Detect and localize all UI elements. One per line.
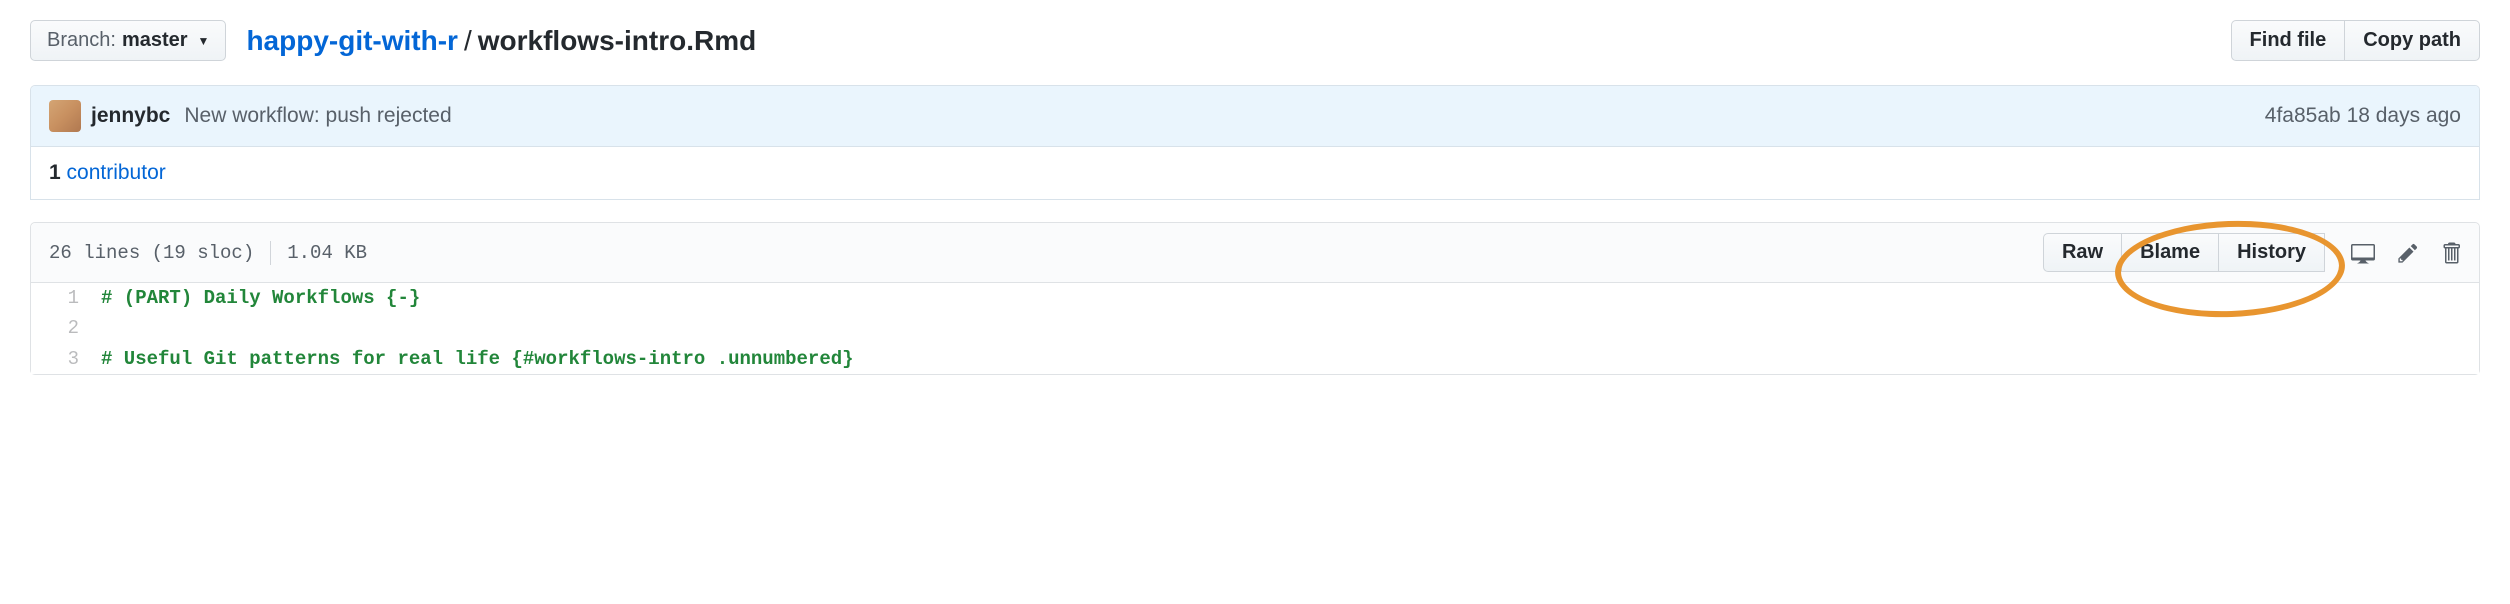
avatar[interactable] [49,100,81,132]
trash-icon[interactable] [2441,241,2461,265]
commit-message[interactable]: New workflow: push rejected [184,104,451,128]
line-content: # (PART) Daily Workflows {-} [101,283,420,313]
repo-link[interactable]: happy-git-with-r [246,25,458,57]
code-line: 3 # Useful Git patterns for real life {#… [31,344,2479,374]
code-line: 2 [31,313,2479,343]
contributors-row[interactable]: 1 contributor [31,147,2479,199]
contributor-text: contributor [67,161,166,184]
line-number[interactable]: 1 [31,283,101,313]
branch-selector[interactable]: Branch: master ▼ [30,20,226,61]
breadcrumb: happy-git-with-r / workflows-intro.Rmd [246,25,756,57]
divider [270,241,271,265]
copy-path-button[interactable]: Copy path [2344,20,2480,61]
history-button[interactable]: History [2218,233,2325,272]
branch-label: Branch: [47,29,116,52]
commit-time: 18 days ago [2347,104,2461,127]
code-line: 1 # (PART) Daily Workflows {-} [31,283,2479,313]
blame-button[interactable]: Blame [2121,233,2218,272]
raw-button[interactable]: Raw [2043,233,2121,272]
line-number[interactable]: 2 [31,313,101,343]
breadcrumb-separator: / [464,25,472,57]
commit-author[interactable]: jennybc [91,104,170,128]
pencil-icon[interactable] [2397,242,2419,264]
code-area: 1 # (PART) Daily Workflows {-} 2 3 # Use… [31,283,2479,374]
file-header: 26 lines (19 sloc) 1.04 KB Raw Blame His… [31,223,2479,283]
caret-down-icon: ▼ [198,34,210,48]
latest-commit-row: jennybc New workflow: push rejected 4fa8… [31,86,2479,147]
file-lines: 26 lines (19 sloc) [49,242,254,264]
desktop-icon[interactable] [2351,241,2375,265]
line-number[interactable]: 3 [31,344,101,374]
line-content: # Useful Git patterns for real life {#wo… [101,344,854,374]
branch-name: master [122,29,188,52]
find-file-button[interactable]: Find file [2231,20,2345,61]
commit-sha[interactable]: 4fa85ab [2265,104,2341,127]
file-name: workflows-intro.Rmd [478,25,756,57]
file-size: 1.04 KB [287,242,367,264]
contributor-count: 1 [49,161,61,184]
